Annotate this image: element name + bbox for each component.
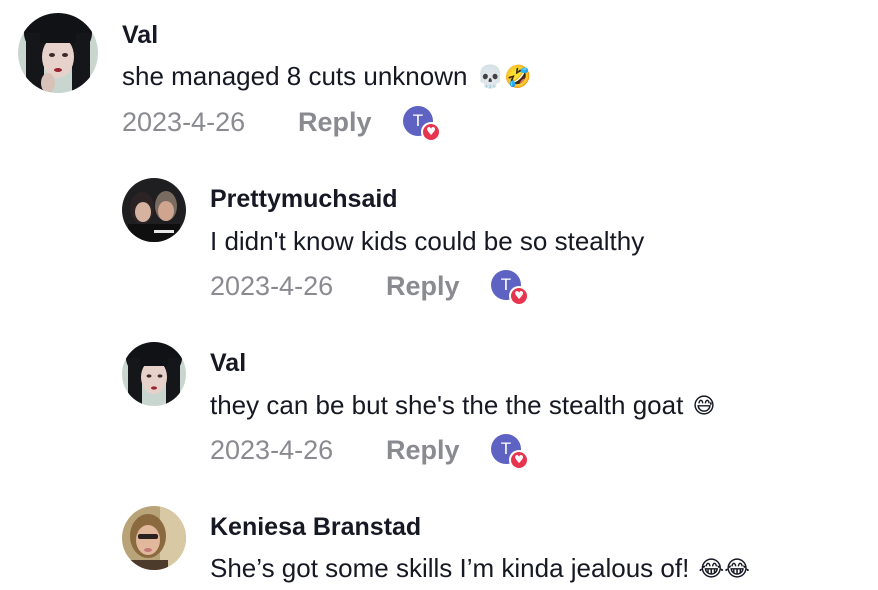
reply-thread-item: Val they can be but she's the the stealt… bbox=[0, 329, 878, 479]
creator-liked-badge: T ♥ bbox=[491, 270, 529, 306]
avatar[interactable] bbox=[122, 342, 186, 406]
comment-username[interactable]: Keniesa Branstad bbox=[210, 512, 421, 542]
comment-username[interactable]: Prettymuchsaid bbox=[210, 184, 398, 214]
comment-text-content: they can be but she's the the stealth go… bbox=[210, 390, 684, 420]
emoji-icon: 😅 bbox=[692, 394, 716, 420]
comment-date: 2023-4-26 bbox=[122, 107, 246, 137]
comment-text-content: I didn't know kids could be so stealthy bbox=[210, 226, 645, 256]
avatar[interactable] bbox=[122, 506, 186, 570]
comment-text: they can be but she's the the stealth go… bbox=[210, 389, 715, 423]
comment-username[interactable]: Val bbox=[122, 20, 158, 50]
heart-icon: ♥ bbox=[509, 450, 529, 470]
creator-liked-badge: T ♥ bbox=[403, 106, 441, 142]
emoji-icon: 💀🤣 bbox=[476, 65, 532, 91]
comment-text: I didn't know kids could be so stealthy bbox=[210, 225, 644, 257]
comment-date: 2023-4-26 bbox=[210, 271, 334, 301]
comment-text-content: she managed 8 cuts unknown bbox=[122, 61, 468, 91]
avatar[interactable] bbox=[18, 13, 98, 93]
comment-text-content: She’s got some skills I’m kinda jealous … bbox=[210, 553, 690, 583]
comment-date: 2023-4-26 bbox=[210, 435, 334, 465]
heart-icon: ♥ bbox=[421, 122, 441, 142]
avatar[interactable] bbox=[122, 178, 186, 242]
comment-username[interactable]: Val bbox=[210, 348, 246, 378]
reply-button[interactable]: Reply bbox=[386, 434, 460, 466]
reply-button[interactable]: Reply bbox=[386, 270, 460, 302]
comment-thread-item: Val she managed 8 cuts unknown 💀🤣 2023-4… bbox=[0, 0, 878, 150]
reply-button[interactable]: Reply bbox=[298, 106, 372, 138]
creator-liked-badge: T ♥ bbox=[491, 434, 529, 470]
emoji-icon: 😂😂 bbox=[698, 557, 750, 583]
heart-icon: ♥ bbox=[509, 286, 529, 306]
reply-thread-item: Prettymuchsaid I didn't know kids could … bbox=[0, 165, 878, 315]
reply-thread-item: Keniesa Branstad She’s got some skills I… bbox=[0, 493, 878, 590]
comment-text: she managed 8 cuts unknown 💀🤣 bbox=[122, 60, 531, 94]
comment-text: She’s got some skills I’m kinda jealous … bbox=[210, 552, 750, 586]
